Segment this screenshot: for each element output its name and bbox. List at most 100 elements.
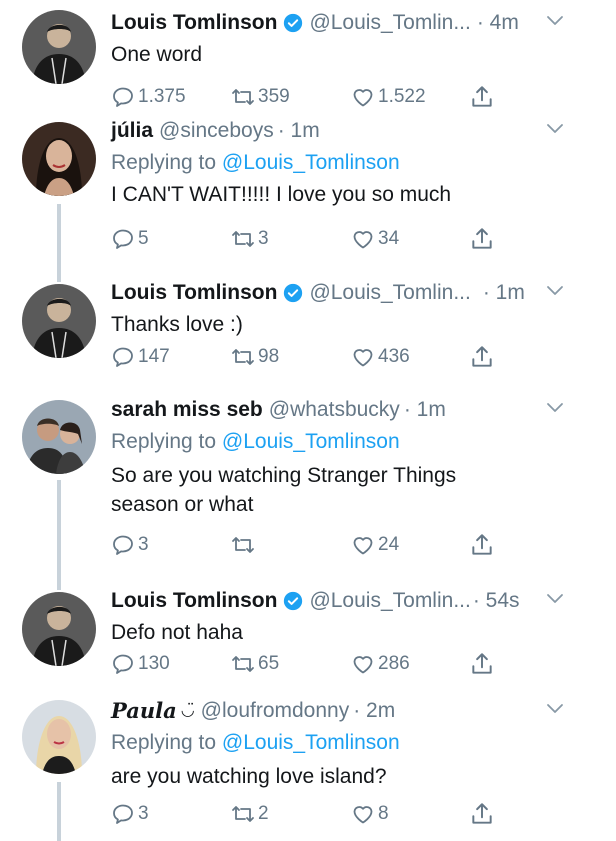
replying-to-handle[interactable]: @Louis_Tomlinson bbox=[222, 731, 400, 754]
retweet-button[interactable]: 65 bbox=[231, 649, 279, 679]
retweet-count: 65 bbox=[258, 653, 280, 674]
share-icon[interactable] bbox=[469, 344, 495, 370]
like-button[interactable]: 1.522 bbox=[351, 82, 426, 112]
author-handle[interactable]: @Louis_Tomlin... bbox=[309, 278, 470, 308]
author-name[interactable]: Louis Tomlinson bbox=[111, 8, 277, 38]
author-name[interactable]: Louis Tomlinson bbox=[111, 278, 277, 308]
reply-button[interactable]: 147 bbox=[111, 342, 170, 372]
tweet-actions: 147 98 436 bbox=[111, 342, 591, 372]
verified-badge-icon bbox=[283, 283, 303, 303]
replying-to: Replying to @Louis_Tomlinson bbox=[111, 148, 602, 178]
author-handle[interactable]: @loufromdonny bbox=[201, 696, 350, 726]
like-count: 436 bbox=[378, 346, 410, 367]
tweet[interactable]: sarah miss seb @whatsbucky · 1m Replying… bbox=[0, 394, 616, 590]
author-handle[interactable]: @sinceboys bbox=[159, 116, 274, 146]
timestamp[interactable]: · 54s bbox=[473, 586, 520, 616]
timestamp[interactable]: · 1m bbox=[278, 116, 320, 146]
tweet[interactable]: júlia @sinceboys · 1m Replying to @Louis… bbox=[0, 112, 616, 282]
chevron-down-icon[interactable] bbox=[546, 14, 564, 28]
tweet-text: So are you watching Stranger Things seas… bbox=[111, 461, 602, 519]
heart-icon bbox=[351, 227, 375, 251]
reply-button[interactable]: 3 bbox=[111, 530, 149, 560]
chevron-down-icon[interactable] bbox=[546, 592, 564, 606]
avatar[interactable] bbox=[22, 700, 96, 774]
tweet-actions: 3 2 8 bbox=[111, 799, 591, 829]
like-count: 1.522 bbox=[378, 86, 426, 107]
tweet[interactable]: Louis Tomlinson @Louis_Tomlin... · 4m On… bbox=[0, 0, 616, 112]
retweet-button[interactable]: 98 bbox=[231, 342, 279, 372]
heart-icon bbox=[351, 85, 375, 109]
tweet-text-line: season or what bbox=[111, 493, 254, 516]
reply-icon bbox=[111, 652, 135, 676]
reply-icon bbox=[111, 227, 135, 251]
like-button[interactable]: 34 bbox=[351, 224, 399, 254]
author-name[interactable]: Paula bbox=[111, 696, 177, 726]
heart-icon bbox=[351, 652, 375, 676]
tweet-text: Defo not haha bbox=[111, 621, 243, 644]
retweet-icon bbox=[231, 345, 255, 369]
thread-line bbox=[57, 480, 61, 590]
author-name-emoji: ◡̈ bbox=[180, 702, 195, 719]
author-name[interactable]: Louis Tomlinson bbox=[111, 586, 277, 616]
reply-count: 5 bbox=[138, 228, 149, 249]
share-icon[interactable] bbox=[469, 801, 495, 827]
avatar[interactable] bbox=[22, 592, 96, 666]
avatar[interactable] bbox=[22, 400, 96, 474]
like-count: 8 bbox=[378, 803, 389, 824]
avatar[interactable] bbox=[22, 122, 96, 196]
tweet[interactable]: Louis Tomlinson @Louis_Tomlin... · 1m Th… bbox=[0, 281, 616, 394]
chevron-down-icon[interactable] bbox=[546, 401, 564, 415]
chevron-down-icon[interactable] bbox=[546, 702, 564, 716]
retweet-icon bbox=[231, 227, 255, 251]
share-icon[interactable] bbox=[469, 532, 495, 558]
author-handle[interactable]: @Louis_Tomlin... bbox=[309, 8, 470, 38]
reply-button[interactable]: 5 bbox=[111, 224, 149, 254]
chevron-down-icon[interactable] bbox=[546, 284, 564, 298]
author-handle[interactable]: @Louis_Tomlin... bbox=[309, 586, 470, 616]
avatar[interactable] bbox=[22, 10, 96, 84]
reply-button[interactable]: 3 bbox=[111, 799, 149, 829]
tweet-text: are you watching love island? bbox=[111, 765, 387, 788]
retweet-button[interactable]: 359 bbox=[231, 82, 290, 112]
reply-icon bbox=[111, 802, 135, 826]
retweet-button[interactable]: 2 bbox=[231, 799, 269, 829]
retweet-count: 2 bbox=[258, 803, 269, 824]
replying-to-handle[interactable]: @Louis_Tomlinson bbox=[222, 151, 400, 174]
reply-count: 1.375 bbox=[138, 86, 186, 107]
timestamp[interactable]: · 4m bbox=[477, 8, 519, 38]
author-handle[interactable]: @whatsbucky bbox=[269, 395, 400, 425]
heart-icon bbox=[351, 533, 375, 557]
heart-icon bbox=[351, 802, 375, 826]
timestamp[interactable]: · 2m bbox=[353, 696, 395, 726]
like-button[interactable]: 286 bbox=[351, 649, 410, 679]
share-icon[interactable] bbox=[469, 226, 495, 252]
like-button[interactable]: 24 bbox=[351, 530, 399, 560]
like-button[interactable]: 8 bbox=[351, 799, 389, 829]
like-count: 34 bbox=[378, 228, 400, 249]
retweet-icon bbox=[231, 533, 255, 557]
replying-to-handle[interactable]: @Louis_Tomlinson bbox=[222, 430, 400, 453]
author-name[interactable]: júlia bbox=[111, 116, 153, 146]
avatar[interactable] bbox=[22, 284, 96, 358]
share-icon[interactable] bbox=[469, 84, 495, 110]
retweet-count: 359 bbox=[258, 86, 290, 107]
tweet-text: One word bbox=[111, 43, 203, 66]
timestamp[interactable]: · 1m bbox=[483, 278, 525, 308]
retweet-icon bbox=[231, 802, 255, 826]
tweet[interactable]: Paula ◡̈ @loufromdonny · 2m Replying to … bbox=[0, 698, 616, 841]
reply-count: 130 bbox=[138, 653, 170, 674]
reply-button[interactable]: 1.375 bbox=[111, 82, 186, 112]
reply-button[interactable]: 130 bbox=[111, 649, 170, 679]
like-button[interactable]: 436 bbox=[351, 342, 410, 372]
chevron-down-icon[interactable] bbox=[546, 122, 564, 136]
tweet-text: I CAN'T WAIT!!!!! I love you so much bbox=[111, 183, 452, 206]
tweet[interactable]: Louis Tomlinson @Louis_Tomlin... · 54s D… bbox=[0, 589, 616, 698]
retweet-icon bbox=[231, 652, 255, 676]
timestamp[interactable]: · 1m bbox=[404, 395, 446, 425]
author-name[interactable]: sarah miss seb bbox=[111, 395, 263, 425]
retweet-button[interactable] bbox=[231, 530, 258, 560]
share-icon[interactable] bbox=[469, 651, 495, 677]
retweet-button[interactable]: 3 bbox=[231, 224, 269, 254]
tweet-actions: 3 24 bbox=[111, 530, 591, 560]
replying-to: Replying to @Louis_Tomlinson bbox=[111, 728, 602, 758]
